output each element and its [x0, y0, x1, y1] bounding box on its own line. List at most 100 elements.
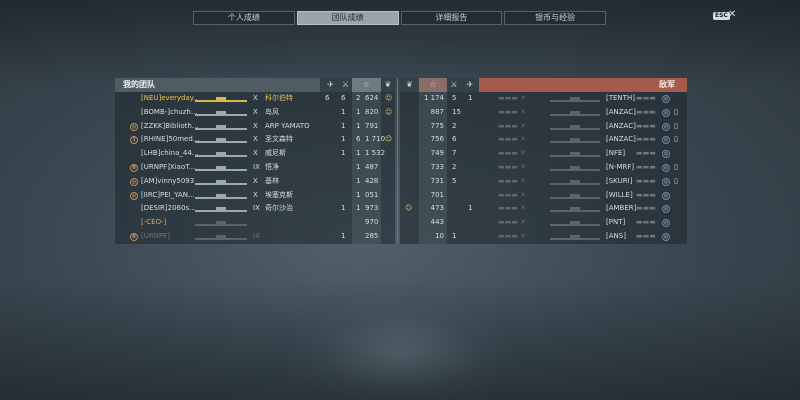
- stat-kills: 15: [452, 107, 461, 116]
- ship-name: 圣文森特: [265, 135, 293, 144]
- ship-tier: X: [253, 176, 258, 185]
- base-xp: 1 174: [423, 94, 444, 102]
- enemy-row[interactable]: 733 2 ▬▬▬ ✕ [N-MRF] ▬▬▬ ◎ ▯: [400, 160, 687, 175]
- star-icon: ☆: [352, 78, 381, 92]
- tab-team-results[interactable]: 团队成绩: [296, 11, 399, 25]
- enemy-row[interactable]: 775 2 ▬▬▬ ✕ [ANZAC] ▬▬▬ ◎ ▯: [400, 119, 687, 134]
- enemy-clan-tag[interactable]: [ANZAC]: [606, 133, 636, 147]
- ship-silhouette-icon: [195, 96, 247, 102]
- enemy-player-name[interactable]: ▬▬▬: [636, 92, 656, 106]
- enemy-clan-tag[interactable]: [AMBER]: [606, 202, 636, 216]
- enemy-row[interactable]: 731 5 ▬▬▬ ✕ [SKURI] ▬▬▬ ◎ ▯: [400, 174, 687, 189]
- enemy-row[interactable]: 749 7 ▬▬▬ ✕ [NFE] ▬▬▬ ◎: [400, 147, 687, 161]
- shield-icon: ▯: [674, 176, 678, 185]
- player-row[interactable]: [DESIR]2060s... IX 奇尔沙治 1 1 973: [115, 202, 395, 217]
- ship-tier: X: [253, 121, 258, 130]
- ship-silhouette-icon: [195, 124, 247, 130]
- team-divider: [397, 78, 398, 242]
- enemy-player-name[interactable]: ▬▬▬: [636, 106, 656, 120]
- player-row[interactable]: [NEU]everyday.. X 科尔伯特 6 6 2 624 ☺: [115, 92, 395, 106]
- player-row[interactable]: Ⅲ [URNPF]XiaoT... IX 悟净 1 487: [115, 160, 395, 175]
- player-row[interactable]: 3 [RHINE]50med... X 圣文森特 1 6 1 710 ☺: [115, 133, 395, 148]
- player-row[interactable]: ◎ [ZZKK]Biblioth... X ARP YAMATO 1 1 791: [115, 119, 395, 134]
- tab-detailed-report[interactable]: 详细报告: [400, 11, 503, 25]
- stat-kills: 1: [341, 135, 346, 144]
- ship-silhouette-icon: [550, 220, 600, 227]
- base-xp: 1 710: [365, 135, 386, 144]
- my-team-list: [NEU]everyday.. X 科尔伯特 6 6 2 624 ☺ [BOMB-]chuzh.…: [115, 92, 395, 244]
- stat-col3: 1: [356, 121, 361, 130]
- ship-name: 埃塞克斯: [265, 190, 293, 199]
- enemy-player-name[interactable]: ▬▬▬: [636, 216, 656, 230]
- ship-tier: X: [253, 190, 258, 199]
- enemy-ship-name: ▬▬▬ ✕: [498, 121, 526, 130]
- rank-badge-icon: ◎: [662, 108, 670, 117]
- ship-silhouette-icon: [195, 110, 247, 116]
- enemy-player-name[interactable]: ▬▬▬: [636, 230, 656, 244]
- rank-badge-icon: ◎: [130, 177, 138, 186]
- enemy-clan-tag[interactable]: [ANZAC]: [606, 120, 636, 134]
- enemy-ship-name: ▬▬▬ ✕: [498, 231, 526, 240]
- medal-icon: ☺: [405, 204, 413, 213]
- sword-icon: ⚔: [450, 80, 458, 89]
- enemy-clan-tag[interactable]: [TENTH]: [606, 92, 635, 106]
- player-row[interactable]: [BOMB-]chuzh... X 岛风 1 1 820 ☺: [115, 105, 395, 120]
- enemy-clan-tag[interactable]: [ANZAC]: [606, 106, 636, 120]
- ship-silhouette-icon: [550, 137, 600, 144]
- rank-badge-icon: ◎: [662, 232, 670, 241]
- player-row[interactable]: ◎ [IIRC]PEI_YAN... X 埃塞克斯 1 051: [115, 188, 395, 203]
- ship-silhouette-icon: [550, 96, 600, 102]
- stat-kills: 1: [341, 107, 346, 116]
- enemy-row[interactable]: 701 ▬▬▬ ✕ [WILLE] ▬▬▬ ◎: [400, 188, 687, 203]
- stat-col3: 2: [356, 94, 361, 102]
- player-row[interactable]: [-CEO-] 970: [115, 216, 395, 230]
- close-icon[interactable]: ✕: [728, 9, 736, 20]
- rank-badge-icon: ◎: [662, 122, 670, 131]
- tab-personal-results[interactable]: 个人成绩: [193, 11, 295, 25]
- rank-badge-icon: ◎: [130, 122, 138, 131]
- rank-badge-icon: Ⅲ: [130, 163, 138, 172]
- base-xp: 970: [365, 218, 379, 227]
- ship-name: 科尔伯特: [265, 94, 293, 102]
- ship-silhouette-icon: [195, 206, 247, 213]
- ship-silhouette-icon: [550, 165, 600, 171]
- rank-badge-icon: ◎: [662, 191, 670, 200]
- enemy-row[interactable]: ☺ 473 1 ▬▬▬ ✕ [AMBER] ▬▬▬ ◎: [400, 202, 687, 217]
- player-row[interactable]: Ⅲ [URNPF] IX 1 285: [115, 229, 395, 244]
- player-row[interactable]: [LHB]china_44... X 威尼斯 1 1 1 532: [115, 147, 395, 161]
- enemy-row[interactable]: 887 15 ▬▬▬ ✕ [ANZAC] ▬▬▬ ◎ ▯: [400, 105, 687, 120]
- enemy-row[interactable]: 443 ▬▬▬ ✕ [PNT] ▬▬▬ ◎: [400, 216, 687, 230]
- enemy-player-name[interactable]: ▬▬▬: [636, 161, 656, 175]
- enemy-ship-name: ▬▬▬ ✕: [498, 204, 526, 213]
- base-xp: 756: [430, 135, 444, 144]
- ship-tier: IX: [253, 231, 260, 240]
- sword-icon: ⚔: [341, 80, 350, 89]
- enemy-clan-tag[interactable]: [PNT]: [606, 216, 625, 230]
- enemy-player-name[interactable]: ▬▬▬: [636, 189, 656, 203]
- enemy-player-name[interactable]: ▬▬▬: [636, 175, 656, 189]
- enemy-row[interactable]: 756 6 ▬▬▬ ✕ [ANZAC] ▬▬▬ ◎ ▯: [400, 133, 687, 148]
- stat-kills: 7: [452, 149, 457, 158]
- enemy-clan-tag[interactable]: [SKURI]: [606, 175, 632, 189]
- enemy-player-name[interactable]: ▬▬▬: [636, 133, 656, 147]
- enemy-row[interactable]: 10 1 ▬▬▬ ✕ [ANS] ▬▬▬ ◎: [400, 229, 687, 244]
- rank-badge-icon: ◎: [662, 219, 670, 228]
- enemy-clan-tag[interactable]: [N-MRF]: [606, 161, 634, 175]
- ship-silhouette-icon: [550, 206, 600, 213]
- my-team-header: 我的团队 ✈ ⚔ ☆ ❦: [115, 78, 395, 92]
- enemy-clan-tag[interactable]: [ANS]: [606, 230, 626, 244]
- player-row[interactable]: ◎ [AM]vinny5093 X 基林 1 428: [115, 174, 395, 189]
- enemy-row[interactable]: 1 174 5 1 ▬▬▬ ✕ [TENTH] ▬▬▬ ◎: [400, 92, 687, 106]
- enemy-player-name[interactable]: ▬▬▬: [636, 120, 656, 134]
- enemy-clan-tag[interactable]: [NFE]: [606, 147, 625, 161]
- ship-silhouette-icon: [195, 137, 247, 144]
- enemy-ship-name: ▬▬▬ ✕: [498, 94, 526, 102]
- ship-name: 威尼斯: [265, 149, 286, 158]
- stat-col3: 1: [356, 149, 361, 158]
- enemy-player-name[interactable]: ▬▬▬: [636, 147, 656, 161]
- tab-credits-and-xp[interactable]: 银币与经验: [504, 11, 606, 25]
- stat-kills: 2: [452, 162, 457, 171]
- enemy-player-name[interactable]: ▬▬▬: [636, 202, 656, 216]
- ship-name: 岛风: [265, 107, 279, 116]
- enemy-clan-tag[interactable]: [WILLE]: [606, 189, 633, 203]
